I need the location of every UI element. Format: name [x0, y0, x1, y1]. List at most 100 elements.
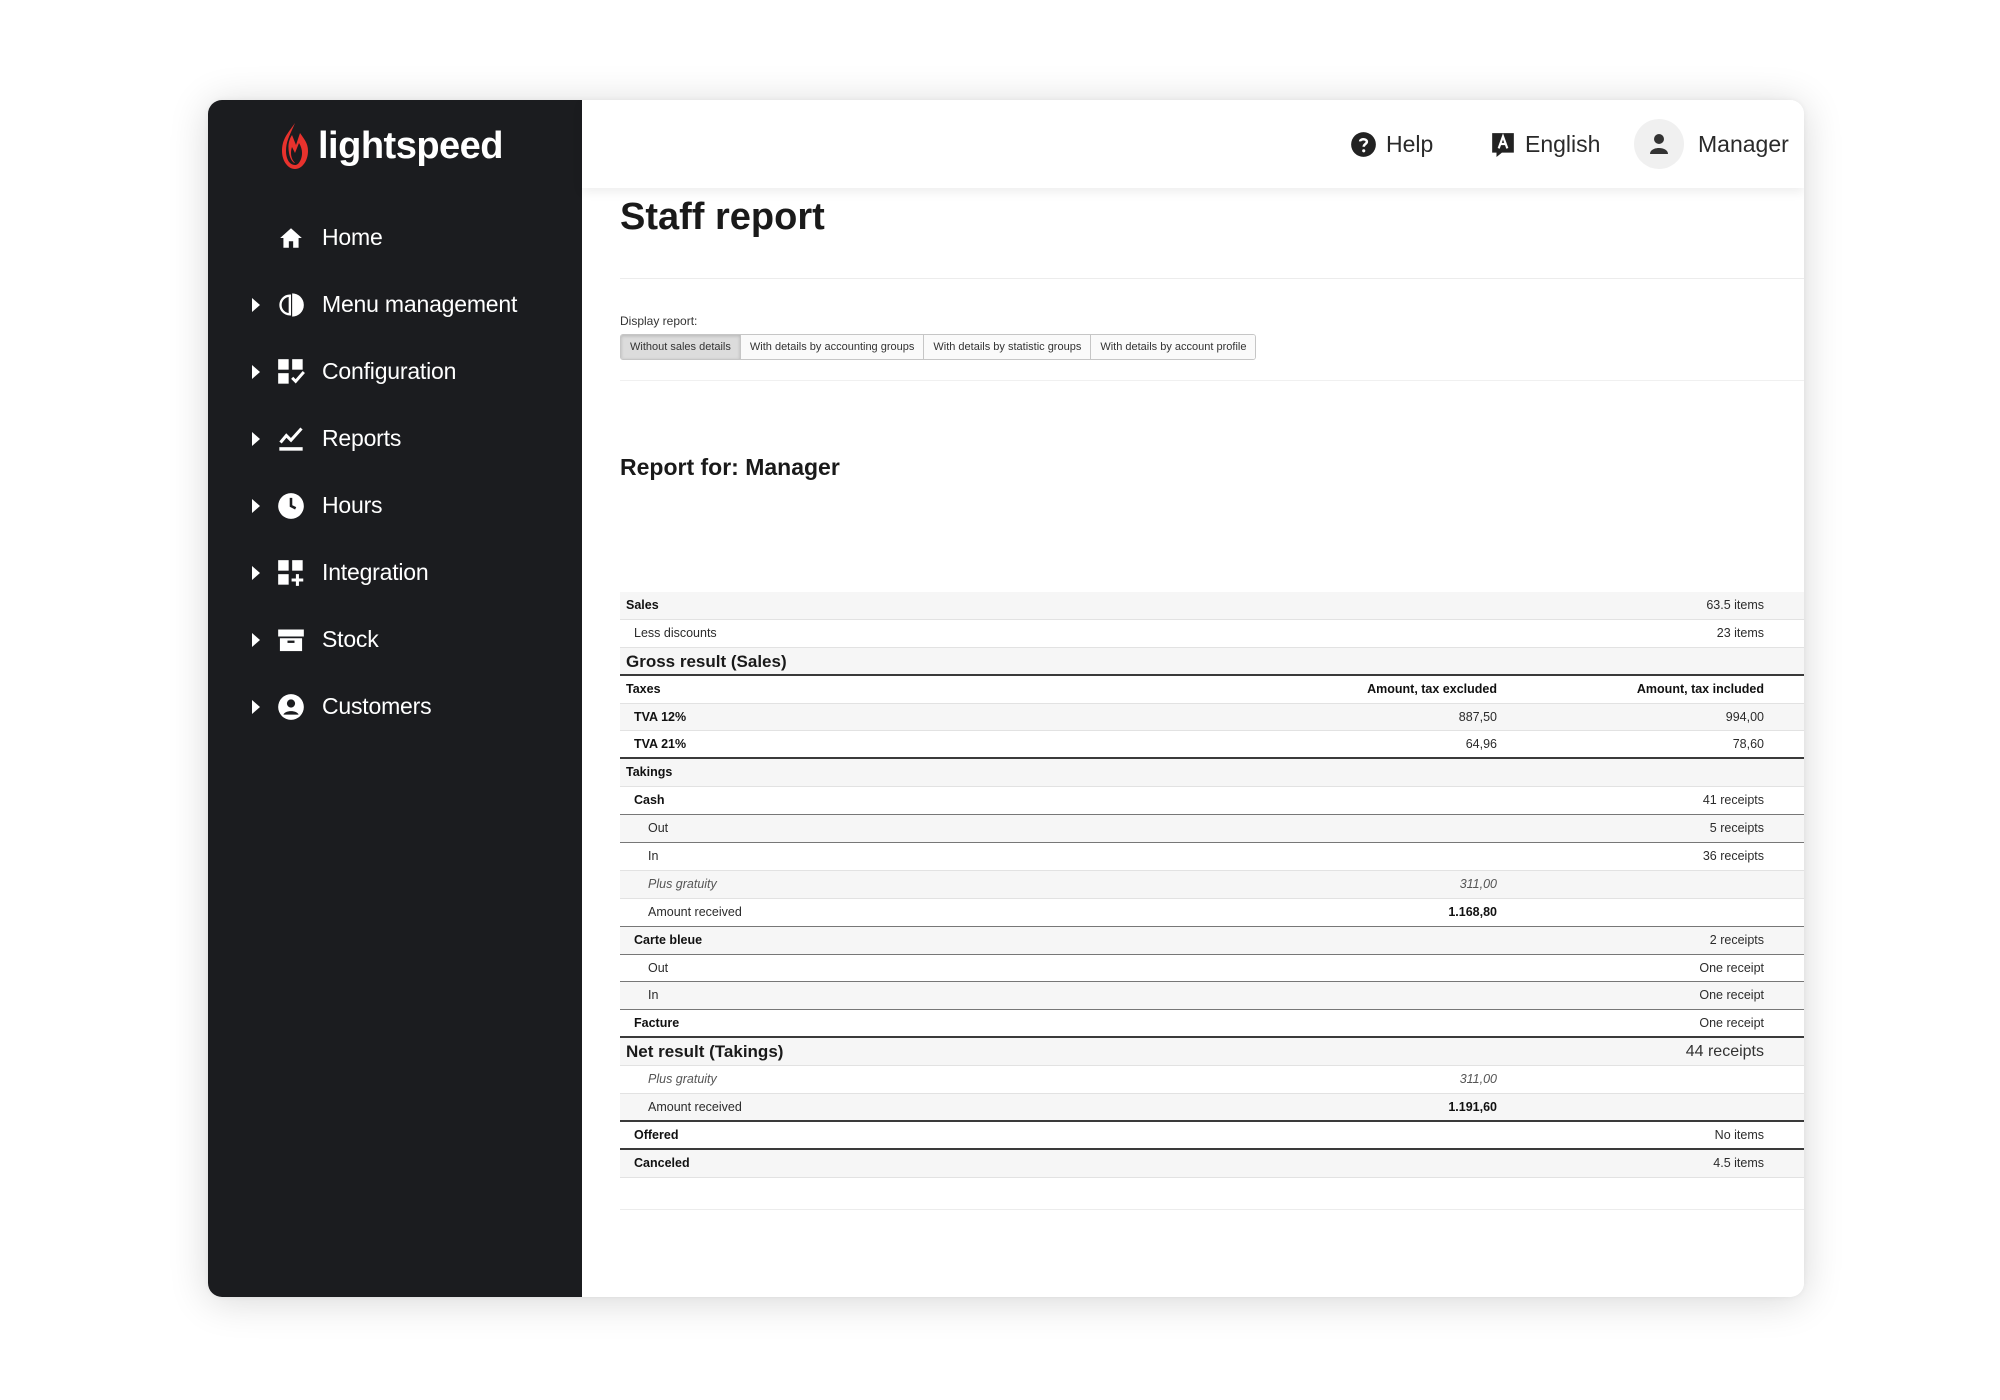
- expand-caret-icon[interactable]: [252, 699, 260, 714]
- logo-text: lightspeed: [318, 124, 504, 167]
- row-label: Amount received: [648, 904, 742, 919]
- row-value: One receipt: [1699, 960, 1764, 975]
- row-value: 41 receipts: [1702, 793, 1764, 808]
- row-amount-excl: 887,50: [1458, 709, 1497, 724]
- table-row: Cash 41 receipts: [620, 787, 1804, 816]
- option-statistic-groups[interactable]: With details by statistic groups: [924, 335, 1092, 359]
- chart-line-icon: [276, 424, 306, 454]
- row-value: 36 receipts: [1702, 849, 1764, 864]
- main-panel: Help English Manager Staff report Displa…: [582, 100, 1804, 1297]
- sidebar-item-home[interactable]: Home: [208, 204, 582, 271]
- sidebar-item-label: Home: [322, 224, 383, 250]
- table-row: Less discounts 23 items: [620, 619, 1804, 648]
- sidebar-item-stock[interactable]: Stock: [208, 606, 582, 673]
- row-label: In: [648, 988, 659, 1003]
- language-selector[interactable]: English: [1490, 116, 1600, 172]
- expand-caret-icon[interactable]: [252, 565, 260, 580]
- table-row: In 36 receipts: [620, 843, 1804, 871]
- clock-icon: [276, 491, 306, 521]
- flame-logo-icon: [282, 123, 308, 169]
- table-row: Gross result (Sales): [620, 647, 1804, 676]
- table-row: Out 5 receipts: [620, 815, 1804, 844]
- sidebar-item-hours[interactable]: Hours: [208, 472, 582, 539]
- row-amount-excl: 311,00: [1459, 876, 1497, 891]
- sidebar-item-label: Reports: [322, 425, 402, 451]
- row-label: Plus gratuity: [648, 876, 717, 891]
- display-report-label: Display report:: [620, 314, 698, 328]
- grid-plus-icon: [276, 558, 306, 588]
- table-row: Takings: [620, 759, 1804, 788]
- expand-caret-icon[interactable]: [252, 297, 260, 312]
- sidebar-item-label: Customers: [322, 693, 432, 719]
- sidebar-item-customers[interactable]: Customers: [208, 673, 582, 740]
- row-label: Out: [648, 821, 669, 836]
- sidebar-item-label: Hours: [322, 492, 383, 518]
- user-circle-icon: [276, 692, 306, 722]
- avatar: [1634, 119, 1684, 169]
- help-button[interactable]: Help: [1350, 116, 1433, 172]
- row-amount-excl: 1.168,80: [1448, 904, 1497, 919]
- page-title: Staff report: [620, 196, 825, 238]
- row-amount-excl: 311,00: [1459, 1072, 1497, 1087]
- table-row: Carte bleue 2 receipts: [620, 926, 1804, 955]
- option-account-profile[interactable]: With details by account profile: [1091, 335, 1256, 359]
- table-row: Sales 63.5 items: [620, 592, 1804, 620]
- sidebar-item-configuration[interactable]: Configuration: [208, 338, 582, 405]
- sidebar-nav: Home Menu management Configuration Repor…: [208, 204, 582, 740]
- lightspeed-logo[interactable]: lightspeed: [278, 118, 504, 174]
- row-label: Plus gratuity: [648, 1072, 717, 1087]
- option-without-sales-details[interactable]: Without sales details: [621, 335, 741, 359]
- row-label: TVA 12%: [634, 709, 687, 724]
- row-value: 23 items: [1716, 625, 1764, 640]
- row-value: 63.5 items: [1706, 598, 1764, 612]
- table-row: TVA 21% 64,96 78,60: [620, 731, 1804, 760]
- row-value: 44 receipts: [1685, 1043, 1764, 1061]
- row-label: Out: [648, 960, 669, 975]
- row-value: 78,60: [1732, 737, 1764, 752]
- home-icon: [276, 223, 306, 253]
- expand-caret-icon[interactable]: [252, 364, 260, 379]
- top-bar: Help English Manager: [582, 100, 1804, 188]
- table-row: Plus gratuity 311,00: [620, 1066, 1804, 1095]
- row-value: 994,00: [1725, 709, 1764, 724]
- row-label: Canceled: [634, 1155, 690, 1170]
- row-label: Facture: [634, 1016, 680, 1031]
- row-value: Amount, tax included: [1636, 681, 1764, 696]
- table-row: Canceled 4.5 items: [620, 1149, 1804, 1178]
- language-label: English: [1525, 130, 1601, 157]
- row-value: 4.5 items: [1713, 1155, 1764, 1170]
- sidebar-item-integration[interactable]: Integration: [208, 539, 582, 606]
- table-row: Plus gratuity 311,00: [620, 870, 1804, 899]
- expand-caret-icon[interactable]: [252, 632, 260, 647]
- sidebar-item-label: Configuration: [322, 358, 457, 384]
- expand-caret-icon[interactable]: [252, 498, 260, 513]
- user-label: Manager: [1698, 130, 1789, 157]
- row-label: Less discounts: [634, 625, 717, 640]
- pie-chart-icon: [276, 290, 306, 320]
- box-icon: [276, 625, 306, 655]
- table-row: Net result (Takings) 44 receipts: [620, 1038, 1804, 1067]
- row-label: Net result (Takings): [626, 1042, 784, 1062]
- sidebar-item-reports[interactable]: Reports: [208, 405, 582, 472]
- row-label: In: [648, 849, 659, 864]
- table-row: Facture One receipt: [620, 1010, 1804, 1039]
- sidebar-item-label: Integration: [322, 559, 429, 585]
- row-amount-excl: 64,96: [1465, 737, 1497, 752]
- table-row: Amount received 1.191,60: [620, 1094, 1804, 1122]
- divider: [620, 380, 1804, 381]
- row-label: Gross result (Sales): [626, 651, 787, 671]
- row-amount-excl: Amount, tax excluded: [1367, 681, 1497, 696]
- row-label: Offered: [634, 1127, 679, 1142]
- expand-caret-icon[interactable]: [252, 431, 260, 446]
- sidebar: lightspeed Home Menu management Configur…: [208, 100, 582, 1297]
- staff-report-table: Sales 63.5 items Less discounts 23 items Gro…: [620, 592, 1804, 1178]
- row-label: Carte bleue: [634, 932, 703, 947]
- user-menu-button[interactable]: Manager: [1634, 116, 1789, 172]
- table-row: Out One receipt: [620, 954, 1804, 983]
- sidebar-item-label: Stock: [322, 626, 379, 652]
- app-window: lightspeed Home Menu management Configur…: [208, 100, 1804, 1297]
- divider: [620, 278, 1804, 279]
- option-accounting-groups[interactable]: With details by accounting groups: [740, 335, 925, 359]
- sidebar-item-menu-management[interactable]: Menu management: [208, 271, 582, 338]
- row-value: One receipt: [1699, 1016, 1764, 1031]
